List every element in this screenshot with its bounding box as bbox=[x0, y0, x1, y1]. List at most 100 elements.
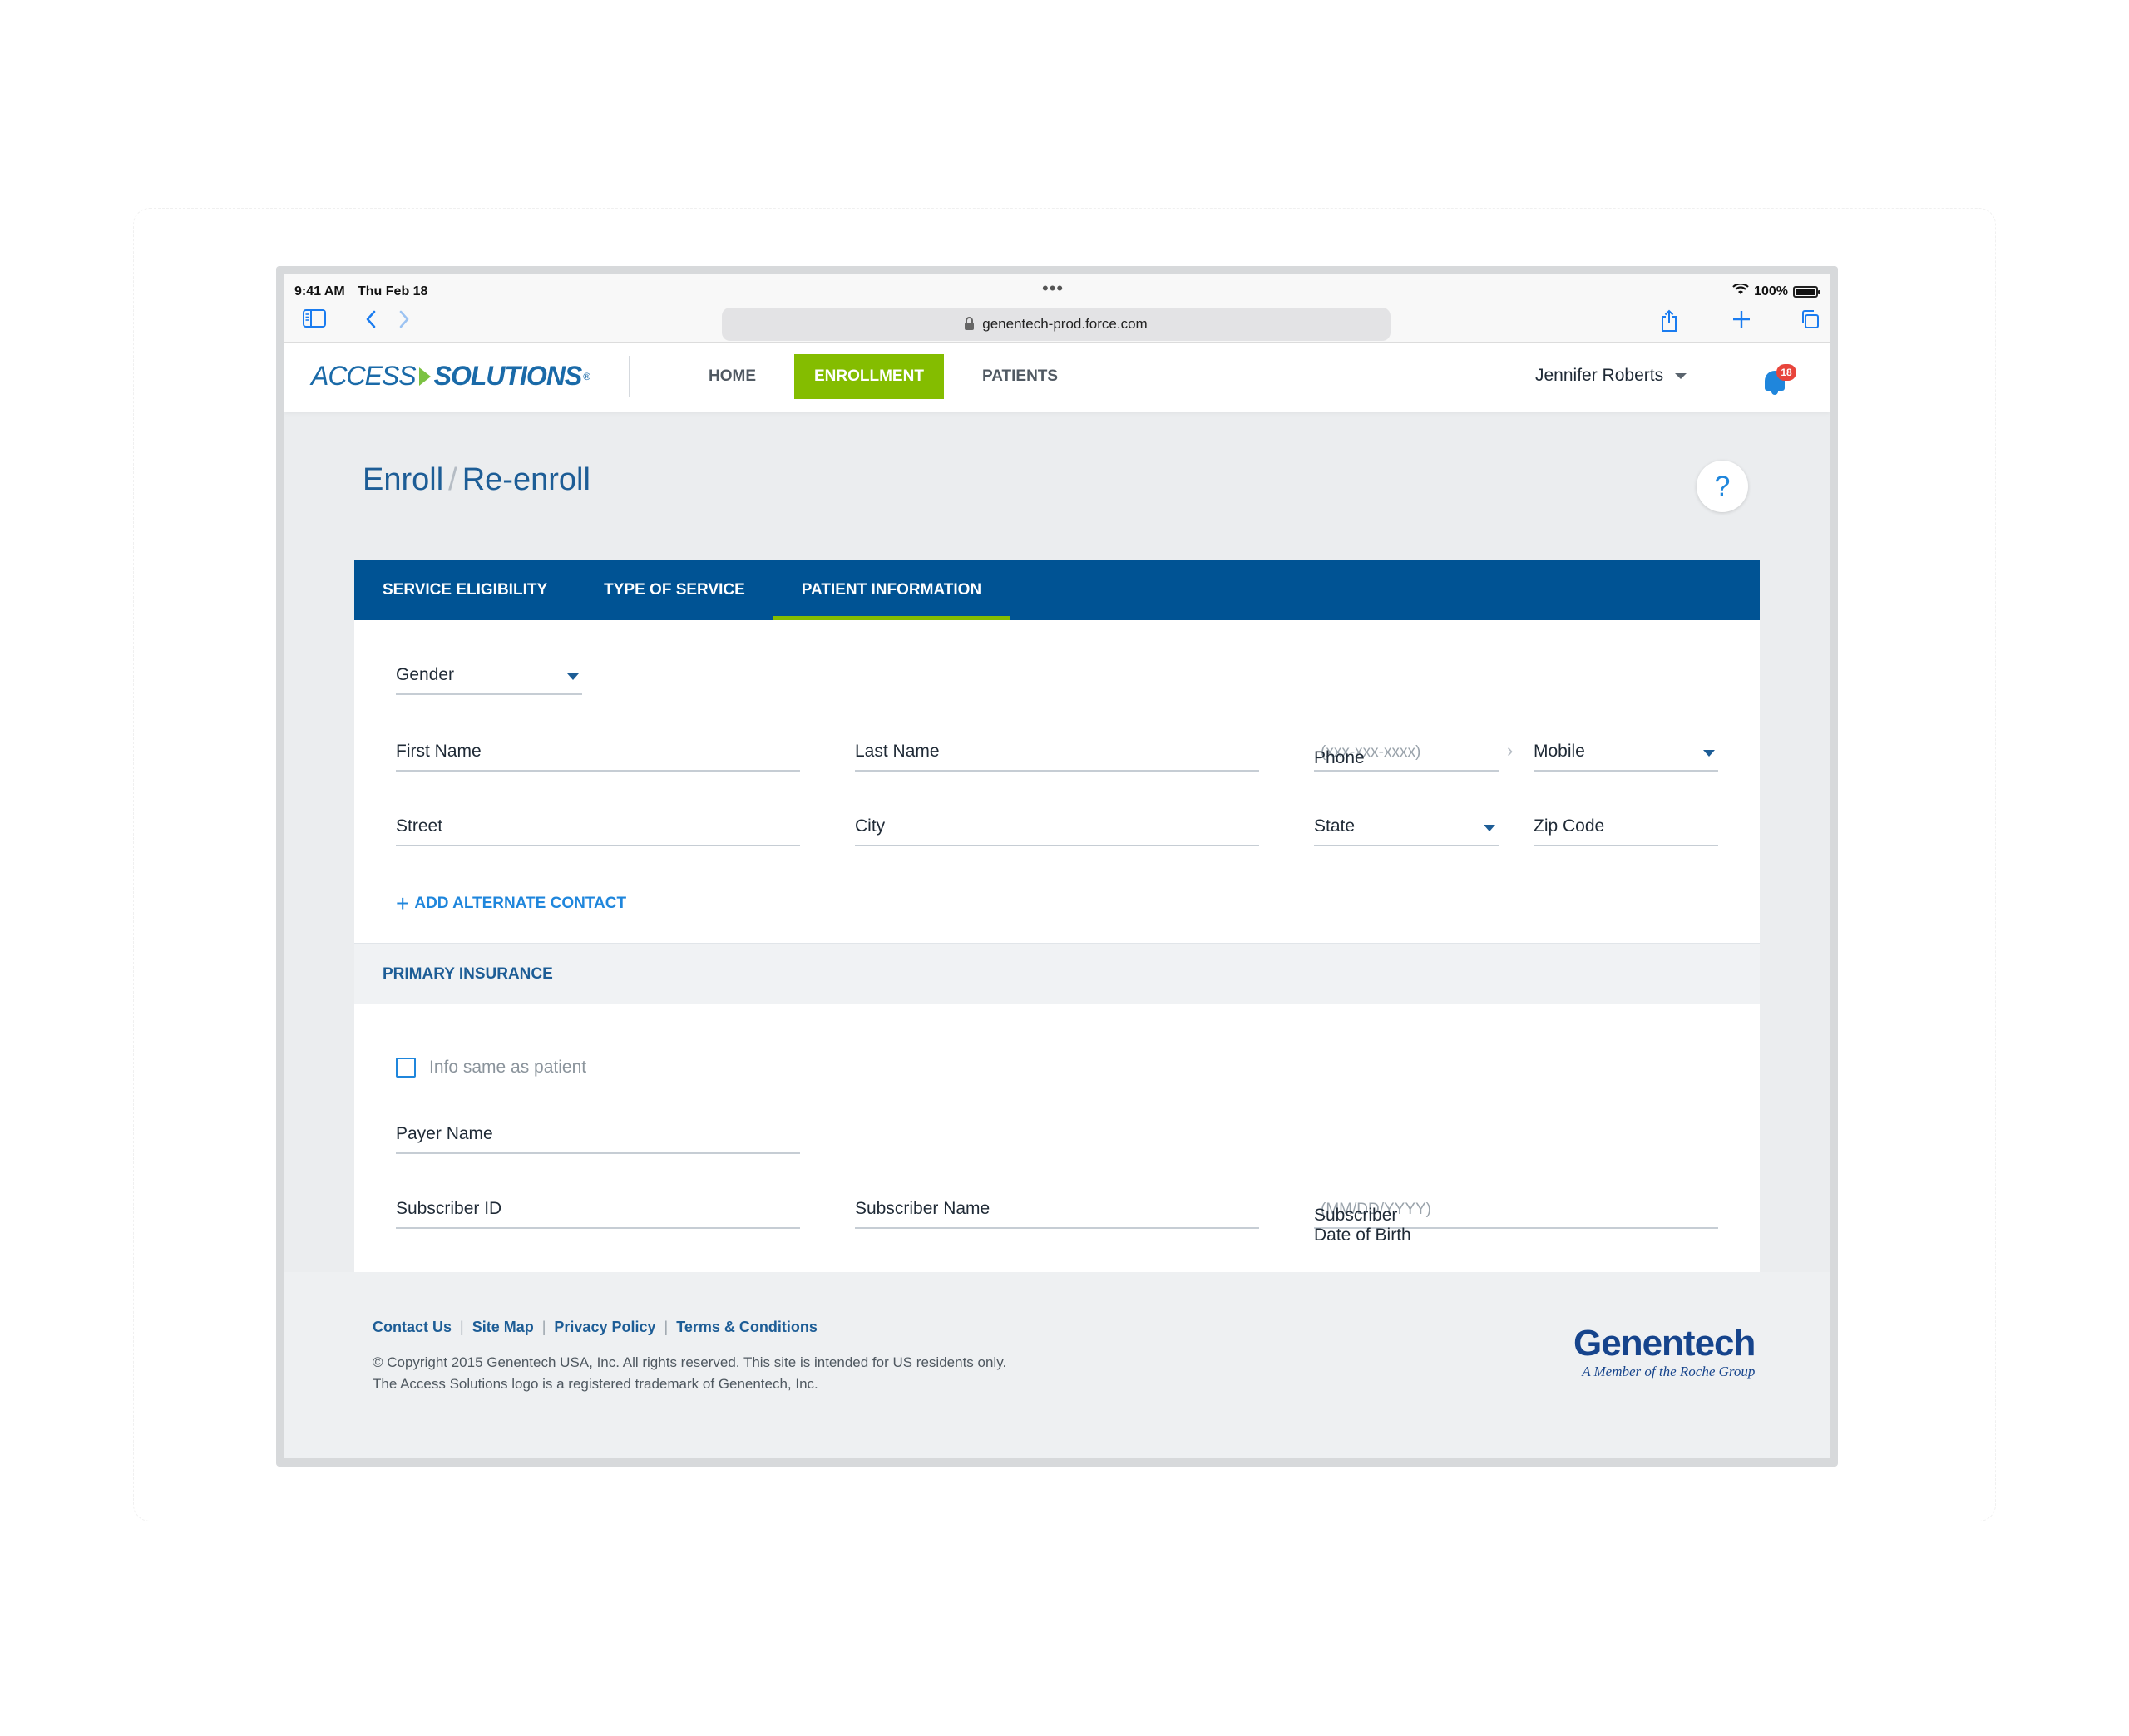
footer-divider: | bbox=[541, 1319, 546, 1335]
same-as-patient-label: Info same as patient bbox=[429, 1058, 587, 1077]
footer: Contact Us | Site Map | Privacy Policy |… bbox=[284, 1272, 1830, 1458]
sidebar-icon[interactable] bbox=[303, 309, 326, 331]
primary-insurance-header: PRIMARY INSURANCE bbox=[354, 943, 1760, 1004]
url-text: genentech-prod.force.com bbox=[982, 316, 1148, 332]
breadcrumb-reenroll[interactable]: Re-enroll bbox=[462, 462, 590, 497]
zip-code-label: Zip Code bbox=[1534, 816, 1605, 836]
genentech-tagline: A Member of the Roche Group bbox=[1582, 1364, 1756, 1379]
payer-name-field[interactable]: Payer Name bbox=[396, 1117, 800, 1154]
first-name-field[interactable]: First Name bbox=[396, 735, 800, 772]
subscriber-id-field[interactable]: Subscriber ID bbox=[396, 1192, 800, 1229]
payer-name-label: Payer Name bbox=[396, 1124, 493, 1143]
footer-link-terms[interactable]: Terms & Conditions bbox=[676, 1319, 818, 1336]
same-as-patient-checkbox[interactable] bbox=[396, 1058, 416, 1078]
last-name-field[interactable]: Last Name bbox=[855, 735, 1259, 772]
main-nav: HOME ENROLLMENT PATIENTS bbox=[689, 354, 1078, 399]
nav-patients[interactable]: PATIENTS bbox=[962, 354, 1078, 399]
address-bar[interactable]: genentech-prod.force.com bbox=[722, 308, 1391, 341]
logo-text-solutions: SOLUTIONS bbox=[433, 361, 583, 391]
logo-arrow-icon bbox=[418, 367, 431, 386]
footer-link-sitemap[interactable]: Site Map bbox=[472, 1319, 534, 1336]
battery-percent: 100% bbox=[1754, 284, 1788, 298]
chevron-down-icon bbox=[1703, 750, 1715, 757]
chevron-down-icon bbox=[1675, 372, 1687, 379]
add-alternate-contact-label: ADD ALTERNATE CONTACT bbox=[414, 895, 627, 912]
state-label: State bbox=[1314, 816, 1356, 836]
new-tab-plus-icon[interactable] bbox=[1731, 309, 1751, 333]
footer-link-privacy[interactable]: Privacy Policy bbox=[554, 1319, 655, 1336]
browser-toolbar: genentech-prod.force.com bbox=[284, 299, 1830, 343]
subscriber-dob-label-text: Subscriber Date of Birth bbox=[1314, 1206, 1411, 1245]
footer-divider: | bbox=[664, 1319, 669, 1335]
screen: 9:41 AM Thu Feb 18 ••• 100% genentech-pr… bbox=[284, 274, 1830, 1458]
enrollment-card: SERVICE ELIGIBILITY TYPE OF SERVICE PATI… bbox=[354, 560, 1760, 1275]
user-name: Jennifer Roberts bbox=[1535, 366, 1664, 385]
same-as-patient-row[interactable]: Info same as patient bbox=[396, 1058, 586, 1078]
city-field[interactable]: City bbox=[855, 810, 1259, 846]
subscriber-name-label: Subscriber Name bbox=[855, 1199, 990, 1218]
tab-patient-information[interactable]: PATIENT INFORMATION bbox=[773, 560, 1010, 620]
gender-select[interactable]: Gender bbox=[396, 658, 582, 695]
phone-type-value: Mobile bbox=[1534, 742, 1585, 761]
tablet-frame: 9:41 AM Thu Feb 18 ••• 100% genentech-pr… bbox=[276, 266, 1838, 1467]
notification-badge: 18 bbox=[1776, 364, 1796, 381]
city-label: City bbox=[855, 816, 886, 836]
footer-link-contact[interactable]: Contact Us bbox=[373, 1319, 452, 1336]
user-menu[interactable]: Jennifer Roberts bbox=[1535, 366, 1687, 386]
subscriber-dob-label: Subscriber Date of Birth (MM/DD/YYYY) bbox=[1314, 1199, 1431, 1245]
footer-links: Contact Us | Site Map | Privacy Policy |… bbox=[373, 1319, 818, 1336]
forward-icon[interactable] bbox=[398, 309, 411, 333]
first-name-label: First Name bbox=[396, 742, 482, 761]
registered-mark: ® bbox=[583, 370, 590, 382]
breadcrumb-enroll[interactable]: Enroll bbox=[363, 462, 443, 497]
app-header: ACCESS SOLUTIONS ® HOME ENROLLMENT PATIE… bbox=[284, 343, 1830, 412]
copyright-text: © Copyright 2015 Genentech USA, Inc. All… bbox=[373, 1354, 1007, 1370]
subscriber-dob-field[interactable]: Subscriber Date of Birth (MM/DD/YYYY) bbox=[1314, 1192, 1718, 1245]
header-divider bbox=[629, 356, 630, 397]
street-field[interactable]: Street bbox=[396, 810, 800, 846]
tab-service-eligibility[interactable]: SERVICE ELIGIBILITY bbox=[354, 560, 575, 620]
multitask-dots-icon[interactable]: ••• bbox=[1042, 278, 1064, 299]
genentech-wordmark: Genentech bbox=[1573, 1323, 1756, 1364]
status-bar: 9:41 AM Thu Feb 18 ••• 100% bbox=[284, 274, 1830, 299]
footer-divider: | bbox=[460, 1319, 464, 1335]
tab-type-of-service[interactable]: TYPE OF SERVICE bbox=[575, 560, 773, 620]
state-select[interactable]: State bbox=[1314, 810, 1499, 846]
last-name-label: Last Name bbox=[855, 742, 940, 761]
wifi-icon bbox=[1732, 283, 1749, 299]
zip-code-field[interactable]: Zip Code bbox=[1534, 810, 1718, 846]
gender-label: Gender bbox=[396, 665, 455, 684]
street-label: Street bbox=[396, 816, 443, 836]
genentech-logo[interactable]: Genentech A Member of the Roche Group bbox=[1573, 1323, 1756, 1380]
breadcrumb: Enroll / Re-enroll bbox=[363, 462, 590, 498]
nav-enrollment[interactable]: ENROLLMENT bbox=[794, 354, 944, 399]
phone-label-text: Phone bbox=[1314, 748, 1365, 767]
phone-label: Phone (xxx-xxx-xxxx) bbox=[1314, 742, 1420, 767]
subscriber-name-field[interactable]: Subscriber Name bbox=[855, 1192, 1259, 1229]
chevron-right-icon: › bbox=[1507, 740, 1514, 761]
trademark-text: The Access Solutions logo is a registere… bbox=[373, 1376, 818, 1392]
status-time: 9:41 AM bbox=[294, 284, 345, 298]
step-tabs: SERVICE ELIGIBILITY TYPE OF SERVICE PATI… bbox=[354, 560, 1760, 620]
plus-icon: + bbox=[396, 890, 410, 916]
primary-insurance-title: PRIMARY INSURANCE bbox=[383, 965, 553, 983]
tabs-overview-icon[interactable] bbox=[1800, 309, 1820, 333]
battery-icon bbox=[1793, 285, 1820, 298]
help-button[interactable]: ? bbox=[1697, 461, 1748, 512]
logo-text-access: ACCESS bbox=[311, 361, 417, 391]
chevron-down-icon bbox=[567, 673, 579, 680]
breadcrumb-separator: / bbox=[448, 462, 457, 497]
phone-type-select[interactable]: Mobile bbox=[1534, 735, 1718, 772]
subscriber-id-label: Subscriber ID bbox=[396, 1199, 502, 1218]
access-solutions-logo[interactable]: ACCESS SOLUTIONS ® bbox=[311, 361, 590, 392]
nav-home[interactable]: HOME bbox=[689, 354, 776, 399]
phone-field[interactable]: Phone (xxx-xxx-xxxx) bbox=[1314, 735, 1499, 772]
lock-icon bbox=[965, 316, 975, 330]
notifications-button[interactable]: 18 bbox=[1763, 364, 1796, 397]
chevron-down-icon bbox=[1484, 825, 1495, 831]
add-alternate-contact-link[interactable]: + ADD ALTERNATE CONTACT bbox=[396, 890, 627, 916]
share-icon[interactable] bbox=[1660, 309, 1678, 336]
back-icon[interactable] bbox=[364, 309, 378, 333]
footer-copyright: © Copyright 2015 Genentech USA, Inc. All… bbox=[373, 1352, 1006, 1395]
status-right: 100% bbox=[1732, 283, 1820, 299]
